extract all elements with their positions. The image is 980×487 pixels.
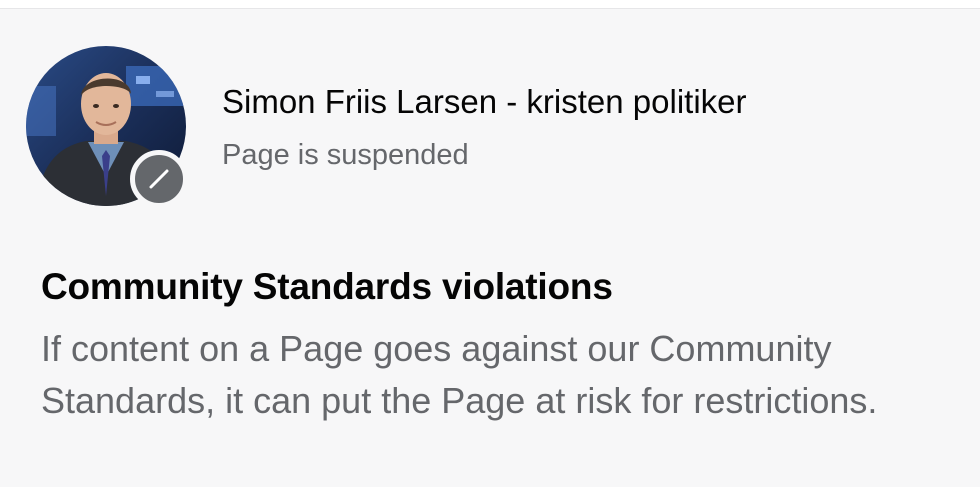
profile-avatar[interactable]	[26, 46, 188, 208]
page-name[interactable]: Simon Friis Larsen - kristen politiker	[222, 83, 747, 121]
top-divider	[0, 0, 980, 9]
page-status: Page is suspended	[222, 139, 469, 171]
section-body: If content on a Page goes against our Co…	[41, 328, 878, 421]
suspended-slash-icon	[149, 169, 169, 189]
suspended-badge	[130, 150, 188, 208]
suspended-page-screen: Simon Friis Larsen - kristen politiker P…	[0, 0, 980, 487]
section-heading: Community Standards violations	[41, 266, 613, 307]
